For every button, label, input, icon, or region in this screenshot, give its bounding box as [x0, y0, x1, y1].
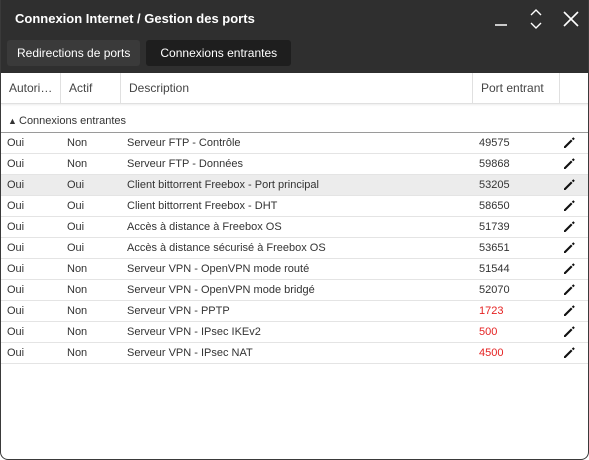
cell-active: Non — [67, 305, 88, 317]
resize-button[interactable] — [525, 8, 547, 30]
cell-active: Oui — [67, 179, 85, 191]
edit-button[interactable] — [562, 157, 576, 171]
pencil-icon — [564, 221, 575, 232]
cell-description: Serveur VPN - PPTP — [127, 305, 230, 317]
cell-description: Serveur VPN - IPsec IKEv2 — [127, 326, 261, 338]
cell-port: 1723 — [479, 305, 504, 317]
column-header-port[interactable]: Port entrant — [473, 73, 560, 103]
pencil-icon — [564, 284, 575, 295]
close-icon — [563, 11, 579, 27]
cell-authorized: Oui — [7, 158, 25, 170]
cell-active: Non — [67, 158, 88, 170]
cell-port: 49575 — [479, 137, 510, 149]
group-header[interactable]: ▲ Connexions entrantes — [1, 110, 588, 133]
pencil-icon — [564, 263, 575, 274]
cell-authorized: Oui — [7, 347, 25, 359]
cell-active: Non — [67, 263, 88, 275]
cell-active: Oui — [67, 242, 85, 254]
table-row[interactable]: Oui Oui Accès à distance à Freebox OS 51739 — [1, 217, 588, 238]
cell-port: 53205 — [479, 179, 510, 191]
table-row[interactable]: Oui Non Serveur VPN - IPsec IKEv2 500 — [1, 322, 588, 343]
cell-description: Accès à distance sécurisé à Freebox OS — [127, 242, 326, 254]
table-row[interactable]: Oui Non Serveur FTP - Contrôle 49575 — [1, 133, 588, 154]
pencil-icon — [564, 347, 575, 358]
cell-port: 51544 — [479, 263, 510, 275]
column-header-authorized[interactable]: Autori… — [1, 73, 61, 103]
cell-active: Non — [67, 284, 88, 296]
title-bar: Connexion Internet / Gestion des ports R… — [1, 0, 588, 73]
edit-button[interactable] — [562, 220, 576, 234]
resize-vertical-icon — [530, 9, 542, 29]
cell-description: Serveur FTP - Données — [127, 158, 243, 170]
cell-description: Serveur FTP - Contrôle — [127, 137, 241, 149]
cell-active: Oui — [67, 221, 85, 233]
cell-authorized: Oui — [7, 326, 25, 338]
cell-active: Non — [67, 326, 88, 338]
cell-authorized: Oui — [7, 242, 25, 254]
cell-description: Serveur VPN - OpenVPN mode bridgé — [127, 284, 315, 296]
cell-port: 58650 — [479, 200, 510, 212]
close-button[interactable] — [560, 8, 582, 30]
edit-button[interactable] — [562, 346, 576, 360]
cell-description: Client bittorrent Freebox - DHT — [127, 200, 278, 212]
pencil-icon — [564, 137, 575, 148]
edit-button[interactable] — [562, 241, 576, 255]
column-header-description[interactable]: Description — [121, 73, 473, 103]
table-row[interactable]: Oui Non Serveur VPN - OpenVPN mode bridgé 5… — [1, 280, 588, 301]
table-row[interactable]: Oui Non Serveur VPN - IPsec NAT 4500 — [1, 343, 588, 364]
table-row[interactable]: Oui Oui Client bittorrent Freebox - Port p… — [1, 175, 588, 196]
pencil-icon — [564, 158, 575, 169]
edit-button[interactable] — [562, 178, 576, 192]
cell-authorized: Oui — [7, 284, 25, 296]
table-row[interactable]: Oui Oui Client bittorrent Freebox - DHT 586… — [1, 196, 588, 217]
cell-description: Accès à distance à Freebox OS — [127, 221, 282, 233]
cell-port: 500 — [479, 326, 498, 338]
tab-redirections[interactable]: Redirections de ports — [7, 40, 141, 66]
group-label: Connexions entrantes — [19, 115, 127, 127]
cell-port: 53651 — [479, 242, 510, 254]
column-header-active[interactable]: Actif — [61, 73, 121, 103]
pencil-icon — [564, 200, 575, 211]
edit-button[interactable] — [562, 325, 576, 339]
table-body: Oui Non Serveur FTP - Contrôle 49575 Oui Non S… — [1, 133, 588, 364]
column-header-actions — [560, 73, 588, 103]
pencil-icon — [564, 305, 575, 316]
edit-button[interactable] — [562, 136, 576, 150]
table-row[interactable]: Oui Oui Accès à distance sécurisé à Freebo… — [1, 238, 588, 259]
tab-connexions-entrantes[interactable]: Connexions entrantes — [146, 40, 292, 66]
cell-authorized: Oui — [7, 305, 25, 317]
cell-active: Oui — [67, 200, 85, 212]
cell-description: Client bittorrent Freebox - Port princip… — [127, 179, 319, 191]
minimize-icon — [495, 24, 507, 26]
cell-active: Non — [67, 347, 88, 359]
edit-button[interactable] — [562, 199, 576, 213]
cell-authorized: Oui — [7, 200, 25, 212]
cell-authorized: Oui — [7, 137, 25, 149]
table-header: Autori… Actif Description Port entrant — [1, 73, 588, 104]
edit-button[interactable] — [562, 283, 576, 297]
pencil-icon — [564, 326, 575, 337]
cell-authorized: Oui — [7, 179, 25, 191]
cell-port: 59868 — [479, 158, 510, 170]
edit-button[interactable] — [562, 262, 576, 276]
tab-bar: Redirections de ports Connexions entrant… — [7, 40, 292, 66]
chevron-up-icon: ▲ — [8, 116, 17, 126]
cell-authorized: Oui — [7, 263, 25, 275]
minimize-button[interactable] — [490, 8, 512, 30]
edit-button[interactable] — [562, 304, 576, 318]
app-window: Connexion Internet / Gestion des ports R… — [0, 0, 589, 460]
cell-active: Non — [67, 137, 88, 149]
pencil-icon — [564, 242, 575, 253]
pencil-icon — [564, 179, 575, 190]
cell-port: 51739 — [479, 221, 510, 233]
table-row[interactable]: Oui Non Serveur VPN - OpenVPN mode routé 51… — [1, 259, 588, 280]
cell-port: 4500 — [479, 347, 504, 359]
table-row[interactable]: Oui Non Serveur VPN - PPTP 1723 — [1, 301, 588, 322]
table-row[interactable]: Oui Non Serveur FTP - Données 59868 — [1, 154, 588, 175]
cell-description: Serveur VPN - IPsec NAT — [127, 347, 253, 359]
window-title: Connexion Internet / Gestion des ports — [15, 11, 255, 26]
cell-description: Serveur VPN - OpenVPN mode routé — [127, 263, 310, 275]
cell-port: 52070 — [479, 284, 510, 296]
cell-authorized: Oui — [7, 221, 25, 233]
